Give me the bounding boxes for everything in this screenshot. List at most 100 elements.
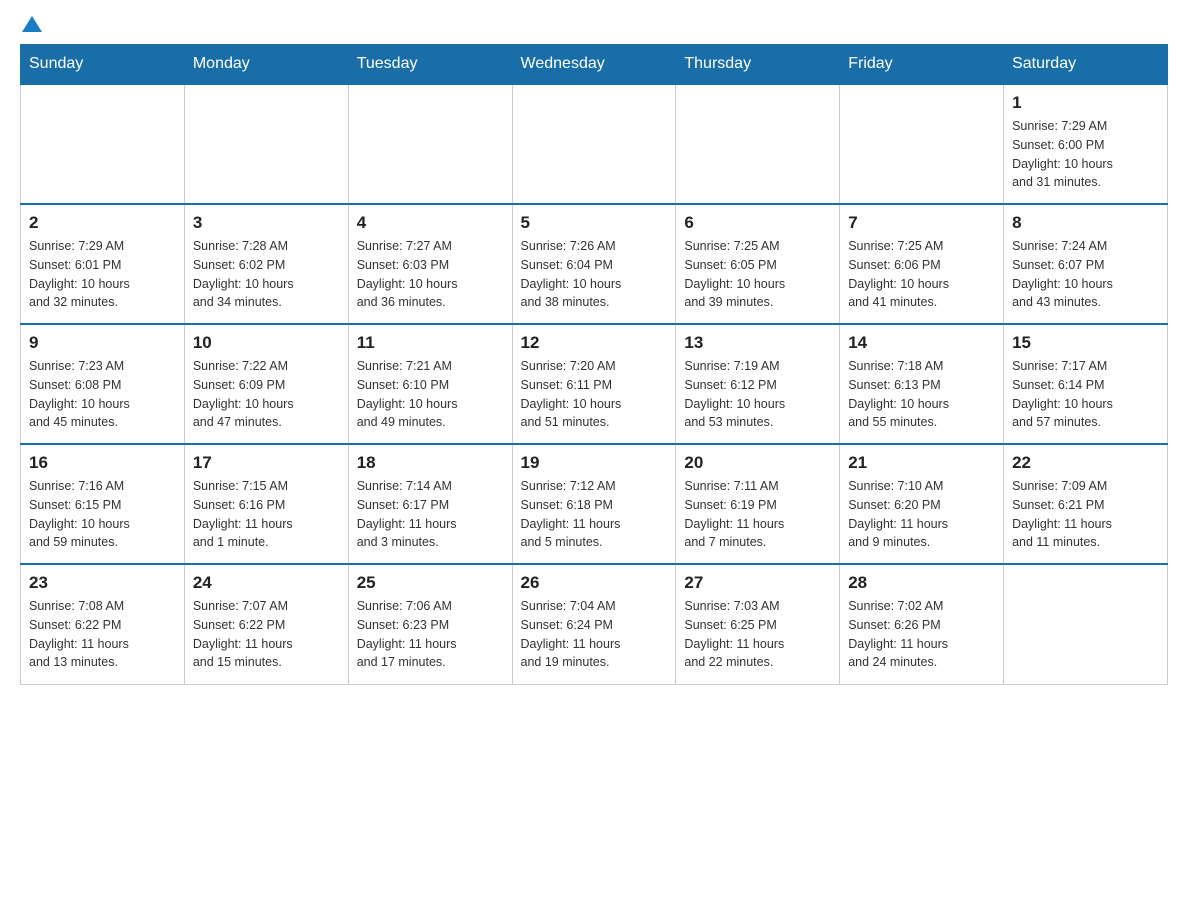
calendar-cell: 14 Sunrise: 7:18 AM Sunset: 6:13 PM Dayli… — [840, 324, 1004, 444]
calendar-cell: 19 Sunrise: 7:12 AM Sunset: 6:18 PM Dayli… — [512, 444, 676, 564]
day-info: Sunrise: 7:21 AM Sunset: 6:10 PM Dayligh… — [357, 357, 504, 432]
day-number: 11 — [357, 333, 504, 353]
calendar-cell: 2 Sunrise: 7:29 AM Sunset: 6:01 PM Daylig… — [21, 204, 185, 324]
day-number: 26 — [521, 573, 668, 593]
day-info: Sunrise: 7:09 AM Sunset: 6:21 PM Dayligh… — [1012, 477, 1159, 552]
calendar-cell: 20Sunrise: 7:11 AM Sunset: 6:19 PM Dayli… — [676, 444, 840, 564]
day-number: 7 — [848, 213, 995, 233]
calendar-cell — [676, 84, 840, 204]
week-row-2: 2 Sunrise: 7:29 AM Sunset: 6:01 PM Daylig… — [21, 204, 1168, 324]
calendar-cell: 12Sunrise: 7:20 AM Sunset: 6:11 PM Dayli… — [512, 324, 676, 444]
calendar-body: 1Sunrise: 7:29 AM Sunset: 6:00 PM Daylig… — [21, 84, 1168, 684]
day-header-row: SundayMondayTuesdayWednesdayThursdayFrid… — [21, 45, 1168, 85]
calendar-cell: 7Sunrise: 7:25 AM Sunset: 6:06 PM Daylig… — [840, 204, 1004, 324]
day-number: 8 — [1012, 213, 1159, 233]
calendar-cell: 26 Sunrise: 7:04 AM Sunset: 6:24 PM Dayli… — [512, 564, 676, 684]
calendar-cell: 1Sunrise: 7:29 AM Sunset: 6:00 PM Daylig… — [1004, 84, 1168, 204]
calendar-cell: 6 Sunrise: 7:25 AM Sunset: 6:05 PM Daylig… — [676, 204, 840, 324]
day-number: 12 — [521, 333, 668, 353]
calendar-cell: 15 Sunrise: 7:17 AM Sunset: 6:14 PM Dayli… — [1004, 324, 1168, 444]
day-number: 25 — [357, 573, 504, 593]
day-info: Sunrise: 7:04 AM Sunset: 6:24 PM Dayligh… — [521, 597, 668, 672]
calendar-cell: 9Sunrise: 7:23 AM Sunset: 6:08 PM Daylig… — [21, 324, 185, 444]
logo — [20, 20, 42, 28]
calendar-cell: 10Sunrise: 7:22 AM Sunset: 6:09 PM Dayli… — [184, 324, 348, 444]
day-info: Sunrise: 7:29 AM Sunset: 6:01 PM Dayligh… — [29, 237, 176, 312]
calendar-cell: 3 Sunrise: 7:28 AM Sunset: 6:02 PM Daylig… — [184, 204, 348, 324]
logo-general-text — [20, 20, 42, 32]
day-number: 16 — [29, 453, 176, 473]
day-number: 4 — [357, 213, 504, 233]
calendar-cell: 21 Sunrise: 7:10 AM Sunset: 6:20 PM Dayli… — [840, 444, 1004, 564]
week-row-1: 1Sunrise: 7:29 AM Sunset: 6:00 PM Daylig… — [21, 84, 1168, 204]
day-info: Sunrise: 7:16 AM Sunset: 6:15 PM Dayligh… — [29, 477, 176, 552]
page-header — [20, 20, 1168, 28]
calendar-header: SundayMondayTuesdayWednesdayThursdayFrid… — [21, 45, 1168, 85]
day-number: 24 — [193, 573, 340, 593]
day-number: 13 — [684, 333, 831, 353]
day-number: 18 — [357, 453, 504, 473]
calendar-cell — [512, 84, 676, 204]
day-number: 27 — [684, 573, 831, 593]
day-info: Sunrise: 7:17 AM Sunset: 6:14 PM Dayligh… — [1012, 357, 1159, 432]
day-info: Sunrise: 7:12 AM Sunset: 6:18 PM Dayligh… — [521, 477, 668, 552]
day-number: 14 — [848, 333, 995, 353]
day-number: 20 — [684, 453, 831, 473]
day-info: Sunrise: 7:28 AM Sunset: 6:02 PM Dayligh… — [193, 237, 340, 312]
day-header-wednesday: Wednesday — [512, 45, 676, 85]
day-info: Sunrise: 7:02 AM Sunset: 6:26 PM Dayligh… — [848, 597, 995, 672]
day-header-saturday: Saturday — [1004, 45, 1168, 85]
calendar-cell: 17 Sunrise: 7:15 AM Sunset: 6:16 PM Dayli… — [184, 444, 348, 564]
week-row-4: 16 Sunrise: 7:16 AM Sunset: 6:15 PM Dayli… — [21, 444, 1168, 564]
calendar-cell: 24 Sunrise: 7:07 AM Sunset: 6:22 PM Dayli… — [184, 564, 348, 684]
day-header-friday: Friday — [840, 45, 1004, 85]
day-info: Sunrise: 7:10 AM Sunset: 6:20 PM Dayligh… — [848, 477, 995, 552]
calendar-cell: 5 Sunrise: 7:26 AM Sunset: 6:04 PM Daylig… — [512, 204, 676, 324]
day-number: 2 — [29, 213, 176, 233]
day-info: Sunrise: 7:25 AM Sunset: 6:05 PM Dayligh… — [684, 237, 831, 312]
calendar-cell: 16 Sunrise: 7:16 AM Sunset: 6:15 PM Dayli… — [21, 444, 185, 564]
calendar-cell: 25Sunrise: 7:06 AM Sunset: 6:23 PM Dayli… — [348, 564, 512, 684]
day-number: 21 — [848, 453, 995, 473]
day-info: Sunrise: 7:08 AM Sunset: 6:22 PM Dayligh… — [29, 597, 176, 672]
calendar-cell: 22 Sunrise: 7:09 AM Sunset: 6:21 PM Dayli… — [1004, 444, 1168, 564]
day-header-monday: Monday — [184, 45, 348, 85]
day-number: 17 — [193, 453, 340, 473]
calendar-cell: 18 Sunrise: 7:14 AM Sunset: 6:17 PM Dayli… — [348, 444, 512, 564]
day-info: Sunrise: 7:07 AM Sunset: 6:22 PM Dayligh… — [193, 597, 340, 672]
calendar-cell — [21, 84, 185, 204]
day-header-sunday: Sunday — [21, 45, 185, 85]
week-row-5: 23 Sunrise: 7:08 AM Sunset: 6:22 PM Dayli… — [21, 564, 1168, 684]
calendar-table: SundayMondayTuesdayWednesdayThursdayFrid… — [20, 44, 1168, 685]
day-info: Sunrise: 7:14 AM Sunset: 6:17 PM Dayligh… — [357, 477, 504, 552]
day-info: Sunrise: 7:19 AM Sunset: 6:12 PM Dayligh… — [684, 357, 831, 432]
day-number: 23 — [29, 573, 176, 593]
day-info: Sunrise: 7:24 AM Sunset: 6:07 PM Dayligh… — [1012, 237, 1159, 312]
day-number: 6 — [684, 213, 831, 233]
day-info: Sunrise: 7:23 AM Sunset: 6:08 PM Dayligh… — [29, 357, 176, 432]
day-number: 3 — [193, 213, 340, 233]
day-info: Sunrise: 7:22 AM Sunset: 6:09 PM Dayligh… — [193, 357, 340, 432]
day-info: Sunrise: 7:26 AM Sunset: 6:04 PM Dayligh… — [521, 237, 668, 312]
day-number: 1 — [1012, 93, 1159, 113]
calendar-cell: 8 Sunrise: 7:24 AM Sunset: 6:07 PM Daylig… — [1004, 204, 1168, 324]
day-number: 19 — [521, 453, 668, 473]
day-header-thursday: Thursday — [676, 45, 840, 85]
calendar-cell: 11 Sunrise: 7:21 AM Sunset: 6:10 PM Dayli… — [348, 324, 512, 444]
day-number: 15 — [1012, 333, 1159, 353]
calendar-cell: 4 Sunrise: 7:27 AM Sunset: 6:03 PM Daylig… — [348, 204, 512, 324]
logo-triangle-icon — [22, 16, 42, 32]
week-row-3: 9Sunrise: 7:23 AM Sunset: 6:08 PM Daylig… — [21, 324, 1168, 444]
calendar-cell: 13 Sunrise: 7:19 AM Sunset: 6:12 PM Dayli… — [676, 324, 840, 444]
calendar-cell: 28Sunrise: 7:02 AM Sunset: 6:26 PM Dayli… — [840, 564, 1004, 684]
day-number: 5 — [521, 213, 668, 233]
day-number: 22 — [1012, 453, 1159, 473]
day-info: Sunrise: 7:15 AM Sunset: 6:16 PM Dayligh… — [193, 477, 340, 552]
calendar-cell — [1004, 564, 1168, 684]
calendar-cell — [184, 84, 348, 204]
day-info: Sunrise: 7:27 AM Sunset: 6:03 PM Dayligh… — [357, 237, 504, 312]
calendar-cell: 23 Sunrise: 7:08 AM Sunset: 6:22 PM Dayli… — [21, 564, 185, 684]
day-info: Sunrise: 7:03 AM Sunset: 6:25 PM Dayligh… — [684, 597, 831, 672]
day-info: Sunrise: 7:18 AM Sunset: 6:13 PM Dayligh… — [848, 357, 995, 432]
day-header-tuesday: Tuesday — [348, 45, 512, 85]
